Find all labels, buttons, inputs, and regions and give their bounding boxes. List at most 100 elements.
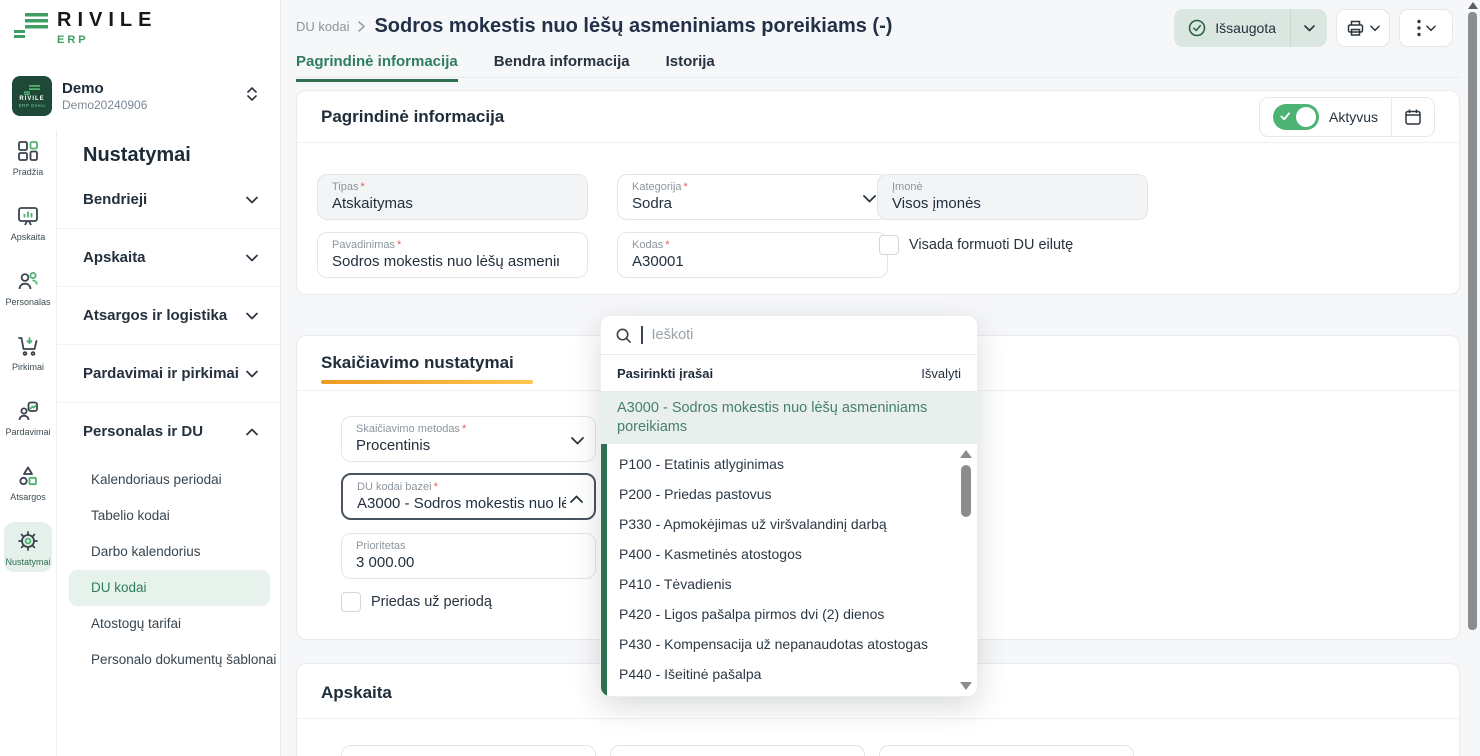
menu-item-darbo-kalendorius[interactable]: Darbo kalendorius	[57, 534, 280, 570]
dropdown-scrollbar[interactable]	[960, 450, 972, 690]
menu-section-label: Personalas ir DU	[83, 423, 203, 440]
rail-item-label: Pradžia	[13, 167, 44, 177]
saved-button[interactable]: Išsaugota	[1174, 9, 1327, 47]
field-label: Kategorija	[632, 181, 682, 193]
menu-item-personalo-dokumentu-sablonai[interactable]: Personalo dokumentų šablonai	[57, 642, 280, 678]
company-logo: RIVILE ERP Demo	[12, 76, 52, 116]
checkbox-visada-formuoti[interactable]: Visada formuoti DU eilutę	[879, 235, 1073, 255]
icon-rail: Pradžia Apskaita	[0, 132, 56, 572]
menu-item-kalendoriaus-periodai[interactable]: Kalendoriaus periodai	[57, 462, 280, 498]
du-kodai-dropdown: Pasirinkti įrašai Išvalyti A3000 - Sodro…	[600, 315, 978, 697]
print-button[interactable]	[1336, 9, 1390, 47]
selection-stripe	[601, 444, 607, 696]
list-item[interactable]: P330 - Apmokėjimas už viršvalandinį darb…	[601, 509, 977, 539]
page-scrollbar[interactable]	[1468, 0, 1478, 756]
menu-section-personalas-ir-du[interactable]: Personalas ir DU	[57, 403, 280, 460]
tabs-divider	[296, 77, 1460, 78]
field-imone[interactable]: Įmonė Visos įmonės	[877, 174, 1148, 220]
field-label: Tipas	[332, 181, 359, 193]
list-item[interactable]: P400 - Kasmetinės atostogos	[601, 539, 977, 569]
panel-title: Skaičiavimo nustatymai	[321, 353, 514, 372]
scroll-down-arrow[interactable]	[960, 682, 972, 690]
menu-section-atsargos-ir-logistika[interactable]: Atsargos ir logistika	[57, 287, 280, 345]
sales-icon	[16, 399, 40, 423]
field-label: Prioritetas	[356, 540, 406, 552]
menu-section-label: Bendrieji	[83, 191, 147, 208]
list-item[interactable]: P440 - Išeitinė pašalpa	[601, 659, 977, 689]
panel-main: Pagrindinė informacija Aktyvus	[296, 90, 1460, 295]
toggle-switch[interactable]	[1273, 104, 1319, 130]
dashboard-icon	[16, 139, 40, 163]
more-button[interactable]	[1399, 9, 1453, 47]
menu-item-du-kodai[interactable]: DU kodai	[69, 570, 270, 606]
rail-item-label: Nustatymai	[5, 557, 50, 567]
saved-button-chevron[interactable]	[1291, 25, 1327, 32]
saved-button-label: Išsaugota	[1215, 20, 1276, 36]
list-item[interactable]: P410 - Tėvadienis	[601, 569, 977, 599]
field-prioritetas[interactable]: Prioritetas 3 000.00	[341, 533, 596, 579]
company-logo-sub: ERP Demo	[19, 103, 45, 108]
brand-name: RIVILE	[57, 10, 157, 30]
field-label: Skaičiavimo metodas	[356, 423, 460, 435]
required-marker: *	[665, 239, 669, 251]
field-pavadinimas[interactable]: Pavadinimas* Sodros mokestis nuo lėšų as…	[317, 232, 588, 278]
dropdown-search[interactable]	[601, 316, 977, 355]
page-title: Sodros mokestis nuo lėšų asmeniniams por…	[374, 15, 892, 38]
rail-item-apskaita[interactable]: Apskaita	[4, 197, 52, 247]
checkbox-priedas[interactable]: Priedas už periodą	[341, 592, 492, 612]
field-kategorija[interactable]: Kategorija* Sodra	[617, 174, 888, 220]
list-item[interactable]: P200 - Priedas pastovus	[601, 479, 977, 509]
company-selector[interactable]: RIVILE ERP Demo Demo Demo20240906	[12, 70, 268, 122]
field-accounting-3[interactable]	[879, 745, 1134, 756]
rail-item-personalas[interactable]: Personalas	[4, 262, 52, 312]
selected-entries-header: Pasirinkti įrašai	[617, 366, 713, 381]
field-accounting-1[interactable]	[341, 745, 596, 756]
search-input[interactable]	[652, 327, 964, 343]
printer-icon	[1346, 19, 1365, 37]
calendar-button[interactable]	[1392, 108, 1434, 126]
company-name: Demo	[62, 80, 147, 97]
menu-section-bendrieji[interactable]: Bendrieji	[57, 171, 280, 229]
required-marker: *	[684, 181, 688, 193]
breadcrumb-chevron-icon	[358, 21, 365, 32]
company-switch-icon[interactable]	[246, 86, 258, 107]
menu-section-pardavimai-ir-pirkimai[interactable]: Pardavimai ir pirkimai	[57, 345, 280, 403]
chevron-down-icon	[246, 312, 258, 320]
list-item[interactable]: P420 - Ligos pašalpa pirmos dvi (2) dien…	[601, 599, 977, 629]
rail-item-pardavimai[interactable]: Pardavimai	[4, 392, 52, 442]
field-du-kodai-bazei[interactable]: DU kodai bazei* A3000 - Sodros mokestis …	[341, 473, 596, 520]
breadcrumb-du-kodai[interactable]: DU kodai	[296, 19, 349, 34]
field-accounting-2[interactable]	[610, 745, 865, 756]
rail-item-pradzia[interactable]: Pradžia	[4, 132, 52, 182]
menu-title: Nustatymai	[83, 144, 280, 167]
list-item[interactable]: P430 - Kompensacija už nepanaudotas atos…	[601, 629, 977, 659]
clear-button[interactable]: Išvalyti	[921, 366, 961, 381]
kebab-icon	[1417, 19, 1421, 37]
menu-item-tabelio-kodai[interactable]: Tabelio kodai	[57, 498, 280, 534]
field-skaiciavimo-metodas[interactable]: Skaičiavimo metodas* Procentinis	[341, 416, 596, 462]
chevron-down-icon	[246, 370, 258, 378]
field-tipas[interactable]: Tipas* Atskaitymas	[317, 174, 588, 220]
rail-item-pirkimai[interactable]: Pirkimai	[4, 327, 52, 377]
field-value: Sodra	[632, 195, 859, 212]
field-value: A3000 - Sodros mokestis nuo lėšų asmenin…	[357, 495, 566, 512]
field-label: Įmonė	[892, 181, 923, 193]
selected-item[interactable]: A3000 - Sodros mokestis nuo lėšų asmenin…	[601, 392, 977, 444]
scroll-thumb[interactable]	[1468, 12, 1477, 630]
rail-item-nustatymai[interactable]: Nustatymai	[4, 522, 52, 572]
chevron-up-icon	[246, 428, 258, 436]
field-kodas[interactable]: Kodas* A30001	[617, 232, 888, 278]
shapes-icon	[16, 464, 40, 488]
required-marker: *	[434, 481, 438, 493]
brand-bars-icon	[14, 10, 48, 40]
scroll-up-arrow[interactable]	[960, 450, 972, 458]
scroll-up-arrow[interactable]	[1468, 2, 1478, 9]
list-item[interactable]: P100 - Etatinis atlyginimas	[601, 449, 977, 479]
menu-item-atostogu-tarifai[interactable]: Atostogų tarifai	[57, 606, 280, 642]
checkbox-label: Visada formuoti DU eilutę	[909, 237, 1073, 253]
rail-item-atsargos[interactable]: Atsargos	[4, 457, 52, 507]
rail-item-label: Personalas	[5, 297, 50, 307]
scroll-thumb[interactable]	[961, 465, 971, 517]
checkbox-box	[341, 592, 361, 612]
menu-section-apskaita[interactable]: Apskaita	[57, 229, 280, 287]
